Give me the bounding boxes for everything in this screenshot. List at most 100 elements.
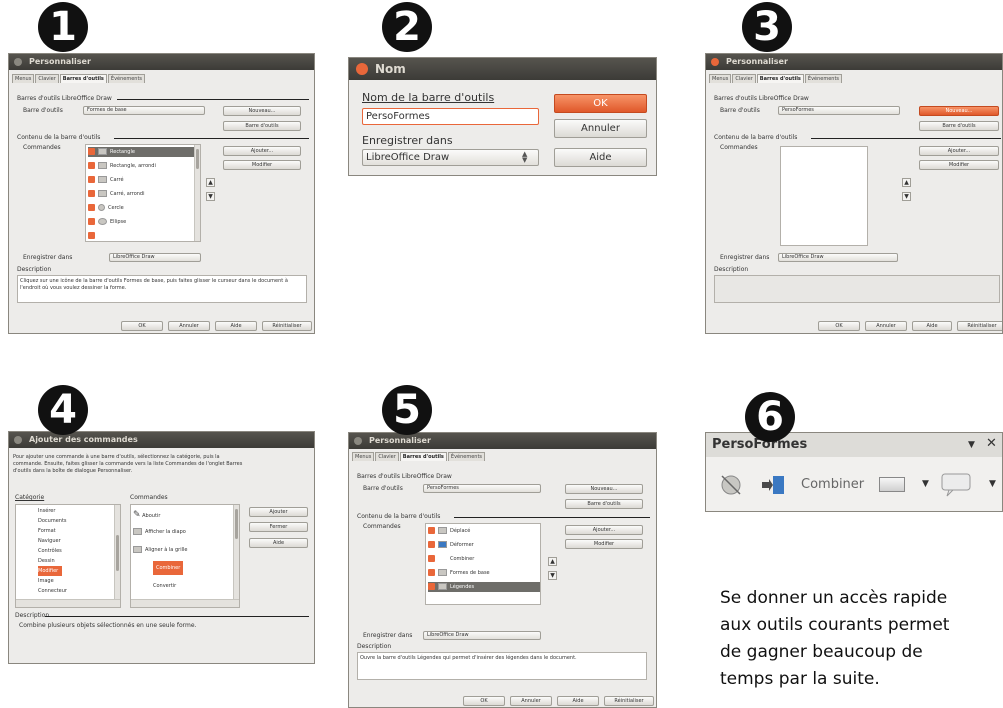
- h-scrollbar[interactable]: [16, 599, 120, 607]
- add-button[interactable]: Ajouter...: [565, 525, 643, 535]
- ok-button[interactable]: OK: [818, 321, 860, 331]
- close-icon[interactable]: [354, 437, 362, 445]
- toolbar-select[interactable]: PersoFormes: [423, 484, 541, 493]
- list-item[interactable]: Format: [38, 526, 56, 536]
- list-item[interactable]: Insérer: [38, 506, 55, 516]
- tab-keyboard[interactable]: Clavier: [375, 452, 399, 461]
- distort-icon[interactable]: [761, 475, 785, 495]
- checkbox-icon[interactable]: [88, 176, 95, 183]
- commands-list[interactable]: [780, 146, 868, 246]
- list-item-selected[interactable]: Modifier: [38, 566, 63, 576]
- close-icon[interactable]: [356, 63, 368, 75]
- checkbox-icon[interactable]: [428, 527, 435, 534]
- list-item[interactable]: Connecteur: [38, 586, 67, 596]
- list-item[interactable]: Déformer: [428, 540, 474, 550]
- spinner-icon[interactable]: ▲ ▼: [522, 151, 527, 164]
- tab-keyboard[interactable]: Clavier: [35, 74, 59, 83]
- checkbox-icon[interactable]: [88, 232, 95, 239]
- save-in-select[interactable]: LibreOffice Draw: [109, 253, 201, 262]
- reset-button[interactable]: Réinitialiser: [957, 321, 1002, 331]
- modify-button[interactable]: Modifier: [919, 160, 999, 170]
- save-in-select[interactable]: LibreOffice Draw: [423, 631, 541, 640]
- list-item[interactable]: Rectangle, arrondi: [88, 161, 156, 171]
- list-item[interactable]: Convertir: [153, 579, 176, 593]
- callout-icon[interactable]: [941, 473, 971, 497]
- toolbar-select[interactable]: PersoFormes: [778, 106, 900, 115]
- move-down-icon[interactable]: ▼: [548, 571, 557, 580]
- dropdown-arrow-icon[interactable]: ▼: [968, 438, 975, 452]
- scrollbar[interactable]: [114, 505, 120, 599]
- checkbox-icon[interactable]: [88, 148, 95, 155]
- checkbox-icon[interactable]: [88, 204, 95, 211]
- list-item[interactable]: Carré: [88, 175, 124, 185]
- dropdown-arrow-icon[interactable]: ▼: [922, 478, 929, 490]
- list-item[interactable]: Contrôles: [38, 546, 62, 556]
- list-item[interactable]: Déplacé: [428, 526, 470, 536]
- list-item[interactable]: Ellipse: [88, 217, 126, 227]
- close-icon[interactable]: [14, 436, 22, 444]
- category-list[interactable]: Insérer Documents Format Naviguer Contrô…: [15, 504, 121, 608]
- list-item[interactable]: [88, 231, 98, 241]
- tab-keyboard[interactable]: Clavier: [732, 74, 756, 83]
- checkbox-icon[interactable]: [428, 555, 435, 562]
- reset-button[interactable]: Réinitialiser: [604, 696, 654, 706]
- move-icon[interactable]: [718, 472, 744, 498]
- tab-menus[interactable]: Menus: [709, 74, 732, 83]
- checkbox-icon[interactable]: [428, 569, 435, 576]
- tab-toolbars[interactable]: Barres d'outils: [399, 452, 447, 461]
- move-down-icon[interactable]: ▼: [902, 192, 911, 201]
- close-icon[interactable]: ✕: [986, 436, 997, 452]
- add-button[interactable]: Ajouter...: [919, 146, 999, 156]
- name-input[interactable]: PersoFormes: [362, 108, 539, 125]
- close-icon[interactable]: [14, 58, 22, 66]
- h-scrollbar[interactable]: [131, 599, 239, 607]
- ok-button[interactable]: OK: [463, 696, 505, 706]
- reset-button[interactable]: Réinitialiser: [262, 321, 312, 331]
- help-button[interactable]: Aide: [249, 538, 308, 548]
- checkbox-icon[interactable]: [428, 541, 435, 548]
- toolbar-menu-button[interactable]: Barre d'outils: [223, 121, 301, 131]
- cancel-button[interactable]: Annuler: [554, 119, 647, 138]
- list-item[interactable]: Naviguer: [38, 536, 61, 546]
- toolbar-select[interactable]: Formes de base: [83, 106, 205, 115]
- combine-label[interactable]: Combiner: [801, 477, 864, 493]
- cancel-button[interactable]: Annuler: [510, 696, 552, 706]
- scrollbar[interactable]: [194, 145, 200, 241]
- add-button[interactable]: Ajouter: [249, 507, 308, 517]
- add-button[interactable]: Ajouter...: [223, 146, 301, 156]
- list-item[interactable]: Combiner: [428, 554, 474, 564]
- ok-button[interactable]: OK: [121, 321, 163, 331]
- tab-toolbars[interactable]: Barres d'outils: [59, 74, 107, 83]
- list-item[interactable]: Formes de base: [428, 568, 490, 578]
- move-up-icon[interactable]: ▲: [902, 178, 911, 187]
- modify-button[interactable]: Modifier: [223, 160, 301, 170]
- save-in-select[interactable]: LibreOffice Draw: [778, 253, 898, 262]
- list-item[interactable]: Cercle: [88, 203, 124, 213]
- dropdown-arrow-icon[interactable]: ▼: [989, 478, 996, 490]
- close-icon[interactable]: [711, 58, 719, 66]
- help-button[interactable]: Aide: [557, 696, 599, 706]
- checkbox-icon[interactable]: [88, 218, 95, 225]
- toolbar-menu-button[interactable]: Barre d'outils: [565, 499, 643, 509]
- list-item[interactable]: Carré, arrondi: [88, 189, 145, 199]
- save-in-select[interactable]: LibreOffice Draw: [362, 149, 539, 166]
- tab-events[interactable]: Événements: [804, 74, 843, 83]
- tab-menus[interactable]: Menus: [352, 452, 375, 461]
- move-down-icon[interactable]: ▼: [206, 192, 215, 201]
- new-button[interactable]: Nouveau...: [565, 484, 643, 494]
- move-up-icon[interactable]: ▲: [548, 557, 557, 566]
- help-button[interactable]: Aide: [912, 321, 952, 331]
- list-item[interactable]: Image: [38, 576, 54, 586]
- checkbox-icon[interactable]: [88, 190, 95, 197]
- list-item[interactable]: ✎ Aboutir: [133, 508, 160, 522]
- list-item[interactable]: Aligner à la grille: [133, 543, 187, 557]
- cancel-button[interactable]: Annuler: [168, 321, 210, 331]
- checkbox-icon[interactable]: [428, 583, 435, 590]
- tab-toolbars[interactable]: Barres d'outils: [756, 74, 804, 83]
- checkbox-icon[interactable]: [88, 162, 95, 169]
- modify-button[interactable]: Modifier: [565, 539, 643, 549]
- list-item-selected[interactable]: Légendes: [428, 582, 540, 592]
- commands-list[interactable]: Rectangle Rectangle, arrondi Carré Carré…: [85, 144, 201, 242]
- list-item[interactable]: Afficher la diapo: [133, 525, 186, 539]
- scrollbar[interactable]: [233, 505, 239, 599]
